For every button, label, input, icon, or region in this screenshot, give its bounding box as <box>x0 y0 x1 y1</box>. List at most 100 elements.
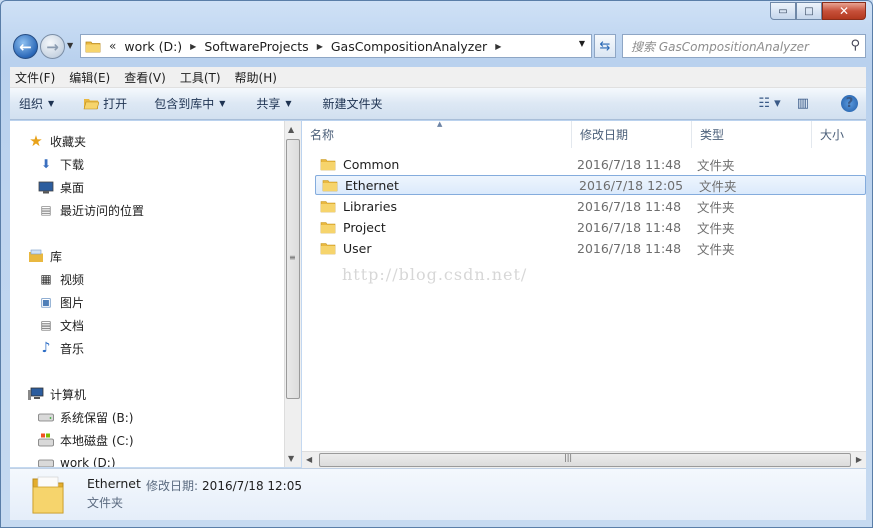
menu-file[interactable]: 文件(F) <box>15 69 55 86</box>
navigation-scrollbar[interactable]: ▲ ≡ ▼ <box>284 121 301 467</box>
nav-item-documents[interactable]: ▤ 文档 <box>38 315 84 335</box>
details-modified-value: 2016/7/18 12:05 <box>202 479 302 493</box>
nav-item-drive-b[interactable]: 系统保留 (B:) <box>38 407 133 427</box>
nav-favorites[interactable]: ★ 收藏夹 <box>28 131 86 151</box>
nav-item-drive-c[interactable]: 本地磁盘 (C:) <box>38 430 134 450</box>
view-options-icon[interactable]: ☷ ▾ <box>758 96 780 111</box>
caption-buttons: ▭ □ ✕ <box>770 2 866 20</box>
include-in-library-button[interactable]: 包含到库中 ▼ <box>136 88 234 119</box>
new-folder-label: 新建文件夹 <box>322 97 383 111</box>
minimize-button[interactable]: ▭ <box>770 2 796 20</box>
refresh-icon: ⇆ <box>599 38 611 54</box>
scroll-right-icon[interactable]: ▶ <box>856 455 862 464</box>
share-button[interactable]: 共享 ▼ <box>234 88 300 119</box>
preview-pane-icon[interactable]: ▥ <box>797 96 809 111</box>
scroll-left-icon[interactable]: ◀ <box>306 455 312 464</box>
file-row[interactable]: Common 2016/7/18 11:48 文件夹 <box>314 154 866 174</box>
column-date[interactable]: 修改日期 <box>572 121 692 148</box>
view-controls: ☷ ▾ ▥ ? <box>742 95 858 112</box>
column-label: 名称 <box>310 128 335 142</box>
watermark-text: http://blog.csdn.net/ <box>342 265 528 284</box>
column-size[interactable]: 大小 <box>812 121 866 148</box>
nav-label: 文档 <box>60 318 85 333</box>
nav-label: 视频 <box>60 272 85 287</box>
breadcrumb-item-softwareprojects[interactable]: SoftwareProjects <box>204 39 308 54</box>
open-button[interactable]: 打开 <box>63 88 136 119</box>
address-bar[interactable]: « work (D:) ▶ SoftwareProjects ▶ GasComp… <box>80 34 592 58</box>
picture-icon: ▣ <box>40 295 52 309</box>
details-type: 文件夹 <box>87 496 124 510</box>
open-folder-icon <box>83 99 100 110</box>
breadcrumb-item-drive[interactable]: work (D:) <box>124 39 182 54</box>
video-icon: ▦ <box>40 272 52 286</box>
address-history-dropdown[interactable]: ▼ <box>579 39 585 48</box>
forward-button[interactable]: → <box>40 34 65 59</box>
menu-edit[interactable]: 编辑(E) <box>69 69 110 86</box>
breadcrumb-overflow[interactable]: « <box>109 39 116 53</box>
file-row-selected[interactable]: Ethernet 2016/7/18 12:05 文件夹 <box>315 175 866 195</box>
file-type: 文件夹 <box>697 199 735 215</box>
sort-ascending-icon: ▲ <box>437 121 443 128</box>
nav-item-videos[interactable]: ▦ 视频 <box>38 269 84 289</box>
column-name[interactable]: 名称 ▲ <box>302 121 572 148</box>
details-modified: 修改日期: 2016/7/18 12:05 <box>146 477 302 494</box>
nav-item-downloads[interactable]: ⬇ 下载 <box>38 154 84 174</box>
nav-computer[interactable]: 计算机 <box>28 384 86 404</box>
nav-label: 下载 <box>60 157 85 172</box>
horizontal-scrollbar[interactable]: ◀ ||| ▶ <box>302 451 866 468</box>
column-label: 大小 <box>820 128 845 142</box>
breadcrumb-item-current[interactable]: GasCompositionAnalyzer <box>331 39 487 54</box>
scroll-thumb[interactable] <box>286 139 300 399</box>
recent-places-icon: ▤ <box>40 203 52 217</box>
column-type[interactable]: 类型 <box>692 121 812 148</box>
details-pane: Ethernet 修改日期: 2016/7/18 12:05 文件夹 <box>10 468 866 520</box>
file-row[interactable]: Project 2016/7/18 11:48 文件夹 <box>314 217 866 237</box>
search-icon[interactable]: ⚲ <box>850 38 860 53</box>
scroll-grip-icon: ≡ <box>289 253 296 262</box>
breadcrumb-arrow-icon[interactable]: ▶ <box>495 42 501 51</box>
nav-label: 计算机 <box>50 387 87 402</box>
nav-label: 系统保留 (B:) <box>60 410 134 425</box>
file-type: 文件夹 <box>697 157 735 173</box>
music-icon: ♪ <box>41 340 51 356</box>
scroll-down-icon[interactable]: ▼ <box>288 454 294 463</box>
organize-button[interactable]: 组织 ▼ <box>10 88 63 119</box>
breadcrumb-arrow-icon[interactable]: ▶ <box>317 42 323 51</box>
close-button[interactable]: ✕ <box>822 2 866 20</box>
scroll-thumb[interactable] <box>319 453 851 467</box>
file-row[interactable]: User 2016/7/18 11:48 文件夹 <box>314 238 866 258</box>
maximize-button[interactable]: □ <box>796 2 822 20</box>
breadcrumb: « work (D:) ▶ SoftwareProjects ▶ GasComp… <box>101 39 509 54</box>
nav-item-desktop[interactable]: 桌面 <box>38 177 84 197</box>
column-header: 名称 ▲ 修改日期 类型 大小 <box>302 121 866 148</box>
menu-help[interactable]: 帮助(H) <box>235 69 277 86</box>
nav-item-pictures[interactable]: ▣ 图片 <box>38 292 84 312</box>
file-date: 2016/7/18 11:48 <box>577 219 682 235</box>
file-date: 2016/7/18 12:05 <box>579 177 684 193</box>
drive-icon <box>38 409 54 425</box>
back-button[interactable]: ← <box>13 34 38 59</box>
menu-tools[interactable]: 工具(T) <box>180 69 221 86</box>
nav-libraries[interactable]: 库 <box>28 246 62 266</box>
help-button[interactable]: ? <box>825 95 858 112</box>
scroll-up-icon[interactable]: ▲ <box>288 125 294 134</box>
nav-item-music[interactable]: ♪ 音乐 <box>38 338 84 358</box>
menu-view[interactable]: 查看(V) <box>124 69 166 86</box>
share-label: 共享 <box>256 97 281 111</box>
breadcrumb-arrow-icon[interactable]: ▶ <box>190 42 196 51</box>
explorer-window: ▭ □ ✕ ← → ▼ « work (D:) ▶ SoftwareProjec… <box>0 0 873 528</box>
refresh-button[interactable]: ⇆ <box>594 34 616 58</box>
file-name: Common <box>343 156 400 172</box>
nav-item-recent-places[interactable]: ▤ 最近访问的位置 <box>38 200 144 220</box>
new-folder-button[interactable]: 新建文件夹 <box>301 88 392 119</box>
arrow-left-icon: ← <box>19 37 32 56</box>
chevron-down-icon: ▼ <box>219 99 226 108</box>
search-input[interactable]: 搜索 GasCompositionAnalyzer ⚲ <box>622 34 866 58</box>
nav-item-drive-d[interactable]: work (D:) <box>38 453 116 467</box>
arrow-right-icon: → <box>46 37 59 56</box>
file-row[interactable]: Libraries 2016/7/18 11:48 文件夹 <box>314 196 866 216</box>
recent-pages-dropdown[interactable]: ▼ <box>67 41 73 50</box>
system-drive-icon <box>38 432 54 448</box>
file-type: 文件夹 <box>697 241 735 257</box>
navigation-row: ← → ▼ « work (D:) ▶ SoftwareProjects ▶ G… <box>1 31 872 63</box>
